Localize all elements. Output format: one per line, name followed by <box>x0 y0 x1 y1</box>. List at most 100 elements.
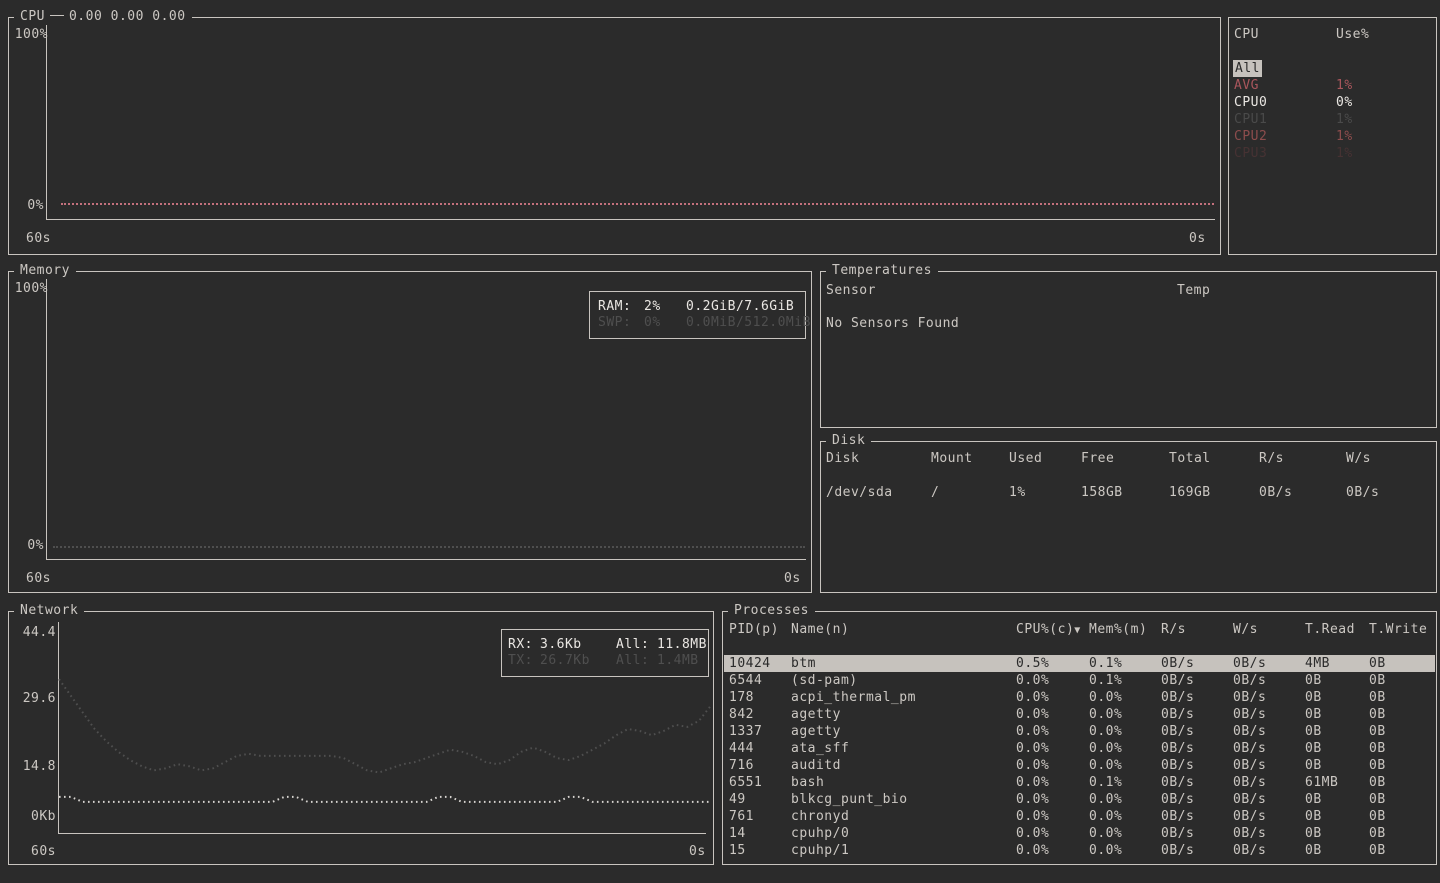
cpu-legend-use: 1% <box>1336 111 1353 128</box>
process-cell-pid: 15 <box>729 842 746 859</box>
cpu-legend-row-cpu2[interactable]: CPU2 1% <box>1229 128 1436 145</box>
cpu-legend-row-cpu3[interactable]: CPU3 1% <box>1229 145 1436 162</box>
process-cell-mem: 0.0% <box>1089 842 1122 859</box>
process-cell-twrite: 0B <box>1369 808 1386 825</box>
network-y-label-2: 14.8 <box>13 758 56 775</box>
memory-ram-line <box>53 546 805 548</box>
process-row-agetty[interactable]: 1337agetty0.0%0.0%0B/s0B/s0B0B <box>724 723 1435 740</box>
process-cell-ws: 0B/s <box>1233 774 1266 791</box>
rx-label: RX: <box>508 636 533 653</box>
processes-col-twrite[interactable]: T.Write <box>1369 622 1427 637</box>
process-cell-twrite: 0B <box>1369 740 1386 757</box>
cpu-legend-row-avg[interactable]: AVG1% <box>1229 77 1436 94</box>
process-row-cpuhp0[interactable]: 14cpuhp/00.0%0.0%0B/s0B/s0B0B <box>724 825 1435 842</box>
process-cell-ws: 0B/s <box>1233 825 1266 842</box>
cpu-legend-row-cpu0[interactable]: CPU00% <box>1229 94 1436 111</box>
cpu-legend-panel[interactable]: CPU Use% AllAVG1%CPU00%CPU11%CPU21%CPU31… <box>1228 17 1437 255</box>
process-cell-cpu: 0.0% <box>1016 740 1049 757</box>
process-cell-tread: 4MB <box>1305 655 1330 672</box>
process-cell-cpu: 0.0% <box>1016 689 1049 706</box>
process-cell-cpu: 0.0% <box>1016 774 1049 791</box>
process-cell-name: blkcg_punt_bio <box>791 791 908 808</box>
cpu-legend-use: 1% <box>1336 128 1353 145</box>
memory-swap-row: SWP: 0% 0.0MiB/512.0MiB <box>590 314 805 331</box>
temperatures-panel-title: Temperatures <box>826 263 938 279</box>
processes-panel[interactable]: Processes PID(p)Name(n)CPU%(c)▼Mem%(m)R/… <box>722 611 1437 865</box>
processes-col-pidp[interactable]: PID(p) <box>729 622 779 637</box>
process-cell-twrite: 0B <box>1369 774 1386 791</box>
swap-percent: 0% <box>644 314 661 331</box>
cpu-x-left-label: 60s <box>26 230 51 247</box>
network-y-label-1: 29.6 <box>13 690 56 707</box>
network-panel[interactable]: Network 44.4 29.6 14.8 0Kb 60s 0s RX: 3.… <box>8 611 714 865</box>
process-cell-ws: 0B/s <box>1233 808 1266 825</box>
temperatures-empty-message: No Sensors Found <box>826 315 959 332</box>
cpu-panel-title: CPU0.00 0.00 0.00 <box>14 9 192 25</box>
process-cell-rs: 0B/s <box>1161 740 1194 757</box>
rx-total: 11.8MB <box>657 636 707 653</box>
process-cell-cpu: 0.5% <box>1016 655 1049 672</box>
network-panel-title: Network <box>14 603 84 619</box>
tx-all-label: All: <box>616 652 649 669</box>
network-rx-row: RX: 3.6Kb All: 11.8MB <box>502 636 708 653</box>
network-x-left-label: 60s <box>31 843 56 860</box>
cpu-legend-row-all[interactable]: All <box>1229 60 1436 77</box>
disk-cell: 0B/s <box>1346 485 1379 500</box>
disk-col-free: Free <box>1081 451 1114 466</box>
process-cell-mem: 0.0% <box>1089 757 1122 774</box>
process-cell-tread: 0B <box>1305 808 1322 825</box>
process-cell-pid: 178 <box>729 689 754 706</box>
cpu-legend-name: CPU3 <box>1234 145 1267 162</box>
process-cell-ws: 0B/s <box>1233 757 1266 774</box>
processes-col-tread[interactable]: T.Read <box>1305 622 1355 637</box>
disk-row[interactable]: /dev/sda/1%158GB169GB0B/s0B/s <box>821 485 1436 502</box>
process-row-btm[interactable]: 10424btm0.5%0.1%0B/s0B/s4MB0B <box>724 655 1435 672</box>
process-cell-rs: 0B/s <box>1161 706 1194 723</box>
cpu-legend-name: CPU0 <box>1234 94 1267 111</box>
disk-cell: /dev/sda <box>826 485 893 500</box>
processes-col-rs[interactable]: R/s <box>1161 622 1186 637</box>
cpu-legend-name: CPU2 <box>1234 128 1267 145</box>
cpu-legend-col-use: Use% <box>1336 26 1369 43</box>
processes-col-ws[interactable]: W/s <box>1233 622 1258 637</box>
process-row-blkcgpuntbio[interactable]: 49blkcg_punt_bio0.0%0.0%0B/s0B/s0B0B <box>724 791 1435 808</box>
process-row-bash[interactable]: 6551bash0.0%0.1%0B/s0B/s61MB0B <box>724 774 1435 791</box>
process-cell-tread: 0B <box>1305 825 1322 842</box>
process-cell-name: cpuhp/1 <box>791 842 849 859</box>
disk-cell: 0B/s <box>1259 485 1292 500</box>
temperatures-col-sensor: Sensor <box>826 282 876 299</box>
cpu-legend-row-cpu1[interactable]: CPU11% <box>1229 111 1436 128</box>
process-row-chronyd[interactable]: 761chronyd0.0%0.0%0B/s0B/s0B0B <box>724 808 1435 825</box>
temperatures-panel[interactable]: Temperatures Sensor Temp No Sensors Foun… <box>820 271 1437 428</box>
process-cell-name: acpi_thermal_pm <box>791 689 916 706</box>
process-cell-pid: 49 <box>729 791 746 808</box>
cpu-y-min-label: 0% <box>13 197 44 214</box>
process-cell-rs: 0B/s <box>1161 655 1194 672</box>
process-cell-rs: 0B/s <box>1161 723 1194 740</box>
process-cell-rs: 0B/s <box>1161 689 1194 706</box>
process-row-sdpam[interactable]: 6544(sd-pam)0.0%0.1%0B/s0B/s0B0B <box>724 672 1435 689</box>
cpu-chart-panel[interactable]: CPU0.00 0.00 0.00 100% 0% 60s 0s <box>8 17 1221 255</box>
processes-col-cpuc[interactable]: CPU%(c)▼ <box>1016 622 1081 637</box>
process-row-acpithermalpm[interactable]: 178acpi_thermal_pm0.0%0.0%0B/s0B/s0B0B <box>724 689 1435 706</box>
process-row-auditd[interactable]: 716auditd0.0%0.0%0B/s0B/s0B0B <box>724 757 1435 774</box>
memory-panel[interactable]: Memory 100% 0% 60s 0s RAM: 2% 0.2GiB/7.6… <box>8 271 812 593</box>
process-cell-rs: 0B/s <box>1161 842 1194 859</box>
process-cell-cpu: 0.0% <box>1016 672 1049 689</box>
disk-cell: 158GB <box>1081 485 1123 500</box>
processes-col-memm[interactable]: Mem%(m) <box>1089 622 1147 637</box>
memory-x-left-label: 60s <box>26 570 51 587</box>
process-row-atasff[interactable]: 444ata_sff0.0%0.0%0B/s0B/s0B0B <box>724 740 1435 757</box>
process-cell-pid: 6551 <box>729 774 762 791</box>
memory-y-max-label: 100% <box>13 280 48 297</box>
process-cell-twrite: 0B <box>1369 672 1386 689</box>
network-y-label-3: 0Kb <box>13 808 56 825</box>
process-cell-cpu: 0.0% <box>1016 757 1049 774</box>
processes-col-namen[interactable]: Name(n) <box>791 622 849 637</box>
cpu-legend-use: 1% <box>1336 145 1353 162</box>
rx-rate: 3.6Kb <box>540 636 582 653</box>
process-cell-mem: 0.0% <box>1089 791 1122 808</box>
process-row-agetty[interactable]: 842agetty0.0%0.0%0B/s0B/s0B0B <box>724 706 1435 723</box>
disk-panel[interactable]: Disk DiskMountUsedFreeTotalR/sW/s /dev/s… <box>820 441 1437 593</box>
process-row-cpuhp1[interactable]: 15cpuhp/10.0%0.0%0B/s0B/s0B0B <box>724 842 1435 859</box>
